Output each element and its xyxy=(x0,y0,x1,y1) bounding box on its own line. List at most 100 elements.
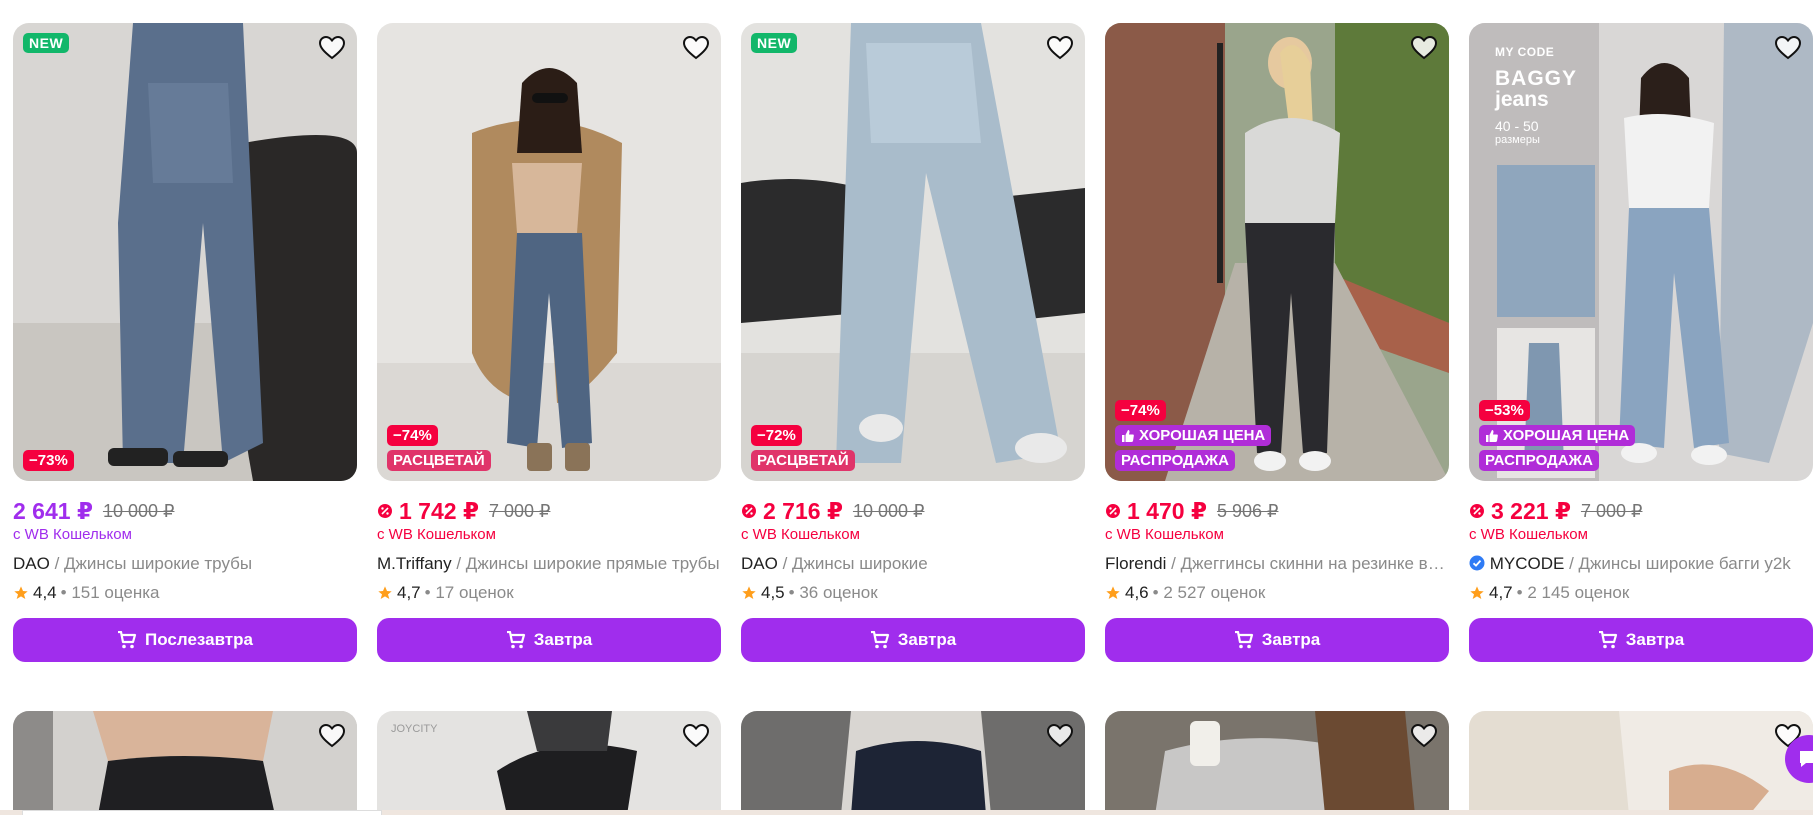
product-photo[interactable]: −74% РАСЦВЕТАЙ xyxy=(377,23,721,481)
discount-badge: −73% xyxy=(23,450,74,471)
delivery-label: Послезавтра xyxy=(145,630,253,649)
rating: 4,5 • 36 оценок xyxy=(741,581,1085,605)
product-photo[interactable]: MY CODE BAGGY jeans 40 - 50 размеры −53%… xyxy=(1469,23,1813,481)
badge-stack: −74% РАСЦВЕТАЙ xyxy=(387,425,491,471)
favorite-button[interactable] xyxy=(1045,33,1075,63)
wallet-note: с WB Кошельком xyxy=(1105,526,1224,543)
product-title[interactable]: DAO / Джинсы широкие трубы xyxy=(13,553,357,575)
favorite-button[interactable] xyxy=(317,721,347,751)
star-icon xyxy=(1106,586,1120,599)
star-icon xyxy=(742,586,756,599)
price-row: 2 641 ₽ 10 000 ₽ xyxy=(13,497,357,525)
price-row: 1 742 ₽ 7 000 ₽ xyxy=(377,497,721,525)
ad-logo: MY CODE xyxy=(1495,45,1555,59)
bottom-tab[interactable] xyxy=(22,810,382,815)
product-card-partial[interactable]: JOYCITY xyxy=(377,711,721,815)
cart-icon xyxy=(118,631,137,649)
badge-stack: −53% ХОРОШАЯ ЦЕНА РАСПРОДАЖА xyxy=(1479,400,1636,471)
product-card-partial[interactable] xyxy=(1105,711,1449,815)
watermark: JOYCITY xyxy=(391,723,438,735)
promo-badge: РАСЦВЕТАЙ xyxy=(387,450,491,471)
product-photo[interactable]: NEW −73% xyxy=(13,23,357,481)
add-to-cart-button[interactable]: Послезавтра xyxy=(13,618,357,662)
product-card-partial[interactable] xyxy=(13,711,357,815)
heart-icon xyxy=(1047,36,1073,60)
product-title[interactable]: M.Triffany / Джинсы широкие прямые трубы xyxy=(377,553,721,575)
star-icon xyxy=(1470,586,1484,599)
review-count: • 151 оценка xyxy=(60,583,160,602)
product-photo[interactable]: NEW −72% РАСЦВЕТАЙ xyxy=(741,23,1085,481)
favorite-button[interactable] xyxy=(1045,721,1075,751)
product-image xyxy=(741,23,1085,481)
current-price: 1 470 ₽ xyxy=(1127,497,1207,524)
product-name: / Джинсы широкие багги y2k xyxy=(1569,554,1791,573)
favorite-button[interactable] xyxy=(1409,33,1439,63)
product-image xyxy=(13,23,357,481)
product-image xyxy=(377,23,721,481)
brand-name: MYCODE xyxy=(1489,554,1565,573)
product-name: / Джинсы широкие прямые трубы xyxy=(456,554,720,573)
good-price-label: ХОРОШАЯ ЦЕНА xyxy=(1503,427,1630,444)
product-title[interactable]: Florendi / Джеггинсы скинни на резинке в… xyxy=(1105,553,1449,575)
add-to-cart-button[interactable]: Завтра xyxy=(1469,618,1813,662)
product-title[interactable]: MYCODE / Джинсы широкие багги y2k xyxy=(1469,553,1813,575)
favorite-button[interactable] xyxy=(317,33,347,63)
wallet-note: с WB Кошельком xyxy=(741,526,860,543)
add-to-cart-button[interactable]: Завтра xyxy=(377,618,721,662)
ad-headline-2: jeans xyxy=(1495,88,1549,111)
thumbs-up-icon xyxy=(1122,429,1134,442)
add-to-cart-button[interactable]: Завтра xyxy=(741,618,1085,662)
badge-stack: −74% ХОРОШАЯ ЦЕНА РАСПРОДАЖА xyxy=(1115,400,1272,471)
product-name: / Джеггинсы скинни на резинке высокая по… xyxy=(1171,554,1449,573)
old-price: 10 000 ₽ xyxy=(102,500,175,521)
favorite-button[interactable] xyxy=(681,721,711,751)
product-name: / Джинсы широкие трубы xyxy=(54,554,253,573)
old-price: 7 000 ₽ xyxy=(1580,500,1643,521)
good-price-badge: ХОРОШАЯ ЦЕНА xyxy=(1479,425,1636,446)
product-card[interactable]: MY CODE BAGGY jeans 40 - 50 размеры −53%… xyxy=(1469,23,1813,662)
product-card[interactable]: NEW −72% РАСЦВЕТАЙ 2 716 ₽ 10 000 ₽ с WB… xyxy=(741,23,1085,662)
heart-icon xyxy=(319,724,345,748)
rating-value: 4,7 xyxy=(397,583,421,602)
product-card[interactable]: −74% ХОРОШАЯ ЦЕНА РАСПРОДАЖА 1 470 ₽ 5 9… xyxy=(1105,23,1449,662)
discount-badge: −72% xyxy=(751,425,802,446)
favorite-button[interactable] xyxy=(1773,33,1803,63)
product-photo[interactable]: −74% ХОРОШАЯ ЦЕНА РАСПРОДАЖА xyxy=(1105,23,1449,481)
ad-overlay: MY CODE BAGGY jeans 40 - 50 размеры xyxy=(1495,45,1577,146)
good-price-badge: ХОРОШАЯ ЦЕНА xyxy=(1115,425,1272,446)
wallet-note: с WB Кошельком xyxy=(1469,526,1588,543)
rating-value: 4,6 xyxy=(1125,583,1149,602)
heart-icon xyxy=(1411,724,1437,748)
cart-icon xyxy=(870,631,889,649)
old-price: 7 000 ₽ xyxy=(488,500,551,521)
star-icon xyxy=(14,586,28,599)
product-card-partial[interactable] xyxy=(741,711,1085,815)
favorite-button[interactable] xyxy=(1409,721,1439,751)
heart-icon xyxy=(1047,724,1073,748)
old-price: 10 000 ₽ xyxy=(852,500,925,521)
brand-name: DAO xyxy=(13,554,50,573)
product-card[interactable]: NEW −73% 2 641 ₽ 10 000 ₽ с WB Кошельком… xyxy=(13,23,357,662)
product-card-partial[interactable] xyxy=(1469,711,1813,815)
wallet-note: с WB Кошельком xyxy=(13,526,132,543)
wallet-discount-icon xyxy=(741,503,757,519)
favorite-button[interactable] xyxy=(681,33,711,63)
brand-name: DAO xyxy=(741,554,778,573)
product-title[interactable]: DAO / Джинсы широкие xyxy=(741,553,1085,575)
add-to-cart-button[interactable]: Завтра xyxy=(1105,618,1449,662)
chat-icon xyxy=(1800,751,1813,767)
new-badge: NEW xyxy=(751,33,798,53)
product-image xyxy=(13,711,357,815)
badge-stack: −72% РАСЦВЕТАЙ xyxy=(751,425,855,471)
price-row: 1 470 ₽ 5 906 ₽ xyxy=(1105,497,1449,525)
heart-icon xyxy=(319,36,345,60)
ad-sizes: 40 - 50 xyxy=(1495,118,1539,134)
new-badge: NEW xyxy=(23,33,70,53)
old-price: 5 906 ₽ xyxy=(1216,500,1279,521)
delivery-label: Завтра xyxy=(897,630,957,649)
current-price: 3 221 ₽ xyxy=(1491,497,1571,524)
cart-icon xyxy=(506,631,525,649)
heart-icon xyxy=(1411,36,1437,60)
product-card[interactable]: −74% РАСЦВЕТАЙ 1 742 ₽ 7 000 ₽ с WB Коше… xyxy=(377,23,721,662)
verified-check-icon xyxy=(1469,555,1485,571)
